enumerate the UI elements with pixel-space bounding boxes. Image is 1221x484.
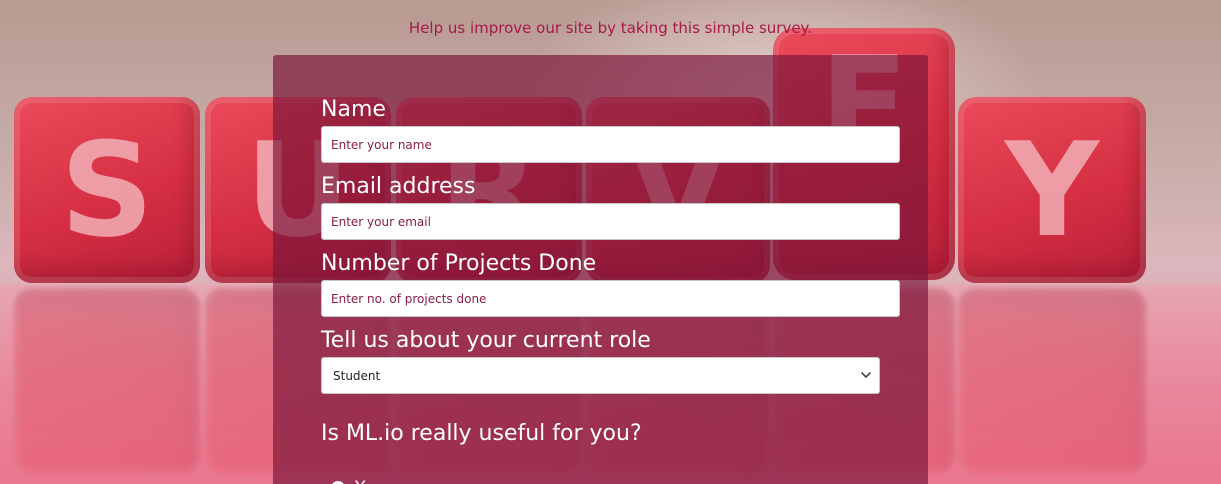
role-select[interactable]: Student (321, 357, 880, 394)
projects-input[interactable] (321, 280, 900, 317)
name-label: Name (321, 97, 386, 122)
role-select-value: Student (333, 368, 381, 383)
name-input[interactable] (321, 126, 900, 163)
die-s: S (14, 97, 200, 283)
email-input[interactable] (321, 203, 900, 240)
usefulness-option-yes[interactable]: Y (331, 478, 365, 484)
survey-intro-text: Help us improve our site by taking this … (408, 19, 813, 37)
role-label: Tell us about your current role (321, 328, 651, 353)
die-letter-y: Y (1004, 114, 1100, 266)
projects-label: Number of Projects Done (321, 251, 597, 276)
die-letter-s: S (60, 114, 154, 266)
usefulness-option-label: Y (355, 478, 365, 484)
email-label: Email address (321, 174, 476, 199)
survey-form: Name Email address Number of Projects Do… (273, 55, 928, 484)
die-y: Y (958, 97, 1146, 283)
chevron-down-icon (861, 372, 871, 378)
die-s-reflection (14, 288, 200, 474)
usefulness-question: Is ML.io really useful for you? (321, 421, 642, 446)
die-y-reflection (958, 288, 1146, 474)
